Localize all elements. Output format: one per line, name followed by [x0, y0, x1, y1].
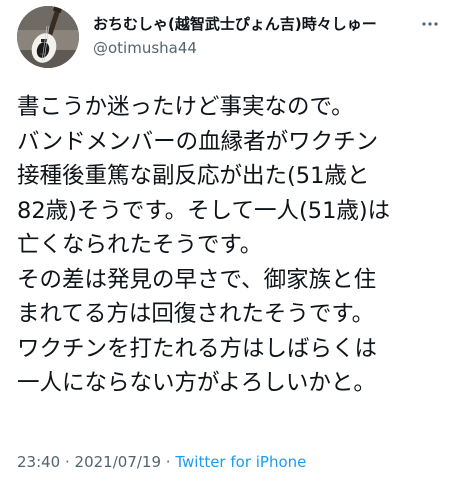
tweet-card: おちむしゃ(越智武士ぴょん吉)時々しゅー @otimusha44 書こうか迷った…	[0, 0, 454, 484]
user-info: おちむしゃ(越智武士ぴょん吉)時々しゅー @otimusha44	[93, 14, 393, 58]
meta-separator: ·	[161, 453, 176, 471]
more-horizontal-icon	[422, 22, 438, 26]
tweet-time-link[interactable]: 23:40	[17, 453, 60, 471]
tweet-line: 一人にならない方がよろしいかと。	[17, 370, 376, 396]
tweet-line: ワクチンを打たれる方はしばらくは	[17, 335, 378, 362]
bass-guitar-avatar-icon	[17, 6, 79, 68]
more-options-button[interactable]	[418, 12, 442, 36]
avatar[interactable]	[17, 6, 79, 68]
display-name[interactable]: おちむしゃ(越智武士ぴょん吉)時々しゅー	[93, 14, 393, 34]
tweet-line: まれてる方は回復されたそうです。	[17, 301, 375, 327]
tweet-line: 亡くなられたそうです。	[17, 232, 263, 258]
tweet-meta: 23:40 · 2021/07/19 · Twitter for iPhone	[17, 452, 306, 472]
tweet-line: 接種後重篤な副反応が出た(51歳と	[17, 163, 370, 189]
tweet-text: 書こうか迷ったけど事実なので。 バンドメンバーの血縁者がワクチン 接種後重篤な副…	[17, 90, 447, 401]
tweet-line: 82歳)そうです。そして一人(51歳)は	[17, 197, 391, 224]
tweet-line: バンドメンバーの血縁者がワクチン	[17, 128, 379, 155]
tweet-source-link[interactable]: Twitter for iPhone	[175, 453, 306, 471]
tweet-line: その差は発見の早さで、御家族と住	[17, 266, 377, 293]
tweet-header: おちむしゃ(越智武士ぴょん吉)時々しゅー @otimusha44	[17, 6, 442, 70]
tweet-date-link[interactable]: 2021/07/19	[75, 453, 161, 471]
meta-separator: ·	[60, 453, 75, 471]
tweet-line: 書こうか迷ったけど事実なので。	[17, 94, 354, 120]
user-handle[interactable]: @otimusha44	[93, 38, 393, 58]
